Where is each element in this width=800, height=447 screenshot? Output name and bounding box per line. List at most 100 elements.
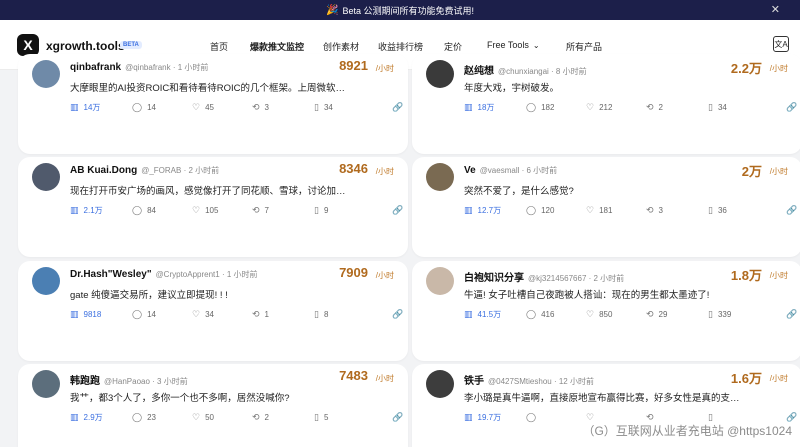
display-name: qinbafrank bbox=[70, 62, 122, 73]
post-card[interactable]: Dr.Hash"Wesley" @CryptoApprent1 · 1 小时前 79… bbox=[18, 261, 408, 361]
retweets-stat[interactable]: ⟲ 1 bbox=[252, 309, 269, 320]
username[interactable]: 赵纯想 @chunxiangai · 8 小时前 bbox=[464, 62, 587, 77]
likes-stat[interactable]: ♡ 212 bbox=[586, 102, 612, 113]
hourly-count: 1.8万 bbox=[730, 268, 762, 283]
post-card[interactable]: 白袍知识分享 @kj3214567667 · 2 小时前 1.8万/小时 牛逼! 女子… bbox=[412, 261, 800, 361]
post-text[interactable]: 李小璐是真牛逼啊，直接原地宣布赢得比赛，好多女性是真的支持李小... bbox=[464, 390, 744, 404]
link-button[interactable]: 🔗 bbox=[786, 309, 800, 320]
bookmarks-stat[interactable]: ▯ 339 bbox=[708, 309, 731, 320]
username[interactable]: qinbafrank @qinbafrank · 1 小时前 bbox=[70, 62, 208, 73]
avatar[interactable] bbox=[426, 267, 454, 295]
link-icon: 🔗 bbox=[786, 102, 798, 112]
bookmarks-stat[interactable]: ▯ 34 bbox=[708, 102, 727, 113]
bookmarks-stat[interactable]: ▯ 8 bbox=[314, 309, 328, 320]
bookmarks-stat[interactable]: ▯ 5 bbox=[314, 412, 328, 423]
post-card[interactable]: 韩跑跑 @HanPaoao · 3 小时前 7483/小时 我艹，都3个人了，多你一个… bbox=[18, 364, 408, 447]
nav-viral-monitor[interactable]: 爆款推文监控 bbox=[250, 40, 305, 59]
link-button[interactable]: 🔗 bbox=[786, 102, 800, 113]
views-stat[interactable]: ▥ 12.7万 bbox=[464, 205, 501, 216]
bookmark-icon: ▯ bbox=[314, 205, 319, 215]
views-stat[interactable]: ▥ 19.7万 bbox=[464, 412, 501, 423]
avatar[interactable] bbox=[32, 60, 60, 88]
views-stat[interactable]: ▥ 18万 bbox=[464, 102, 494, 113]
views-stat[interactable]: ▥ 2.1万 bbox=[70, 205, 103, 216]
username[interactable]: 铁手 @0427SMtieshou · 12 小时前 bbox=[464, 372, 594, 387]
link-button[interactable]: 🔗 bbox=[392, 309, 408, 320]
username[interactable]: Ve @vaesmall · 6 小时前 bbox=[464, 165, 557, 176]
avatar[interactable] bbox=[32, 163, 60, 191]
likes-count: 850 bbox=[599, 310, 613, 319]
post-card[interactable]: AB Kuai.Dong @_FORAB · 2 小时前 8346/小时 现在打开币安… bbox=[18, 157, 408, 257]
retweets-stat[interactable]: ⟲ 2 bbox=[646, 102, 663, 113]
retweets-stat[interactable]: ⟲ 29 bbox=[646, 309, 667, 320]
display-name: 韩跑跑 bbox=[70, 376, 100, 387]
username[interactable]: Dr.Hash"Wesley" @CryptoApprent1 · 1 小时前 bbox=[70, 269, 258, 280]
post-text[interactable]: 突然不爱了，是什么感觉? bbox=[464, 183, 744, 197]
post-stats: ▥ 18万 ◯ 182 ♡ 212 ⟲ 2 ▯ 34 🔗 bbox=[464, 102, 797, 116]
replies-stat[interactable]: ◯ 120 bbox=[526, 205, 554, 216]
avatar[interactable] bbox=[426, 60, 454, 88]
post-card[interactable]: qinbafrank @qinbafrank · 1 小时前 8921/小时 大摩眼里… bbox=[18, 54, 408, 154]
post-card[interactable]: Ve @vaesmall · 6 小时前 2万/小时 突然不爱了，是什么感觉? ▥ 12.… bbox=[412, 157, 800, 257]
avatar[interactable] bbox=[32, 370, 60, 398]
replies-stat[interactable]: ◯ 14 bbox=[132, 309, 156, 320]
post-text[interactable]: 我艹，都3个人了，多你一个也不多啊，居然没喊你? bbox=[70, 390, 350, 404]
username[interactable]: 白袍知识分享 @kj3214567667 · 2 小时前 bbox=[464, 269, 624, 284]
nav-pricing[interactable]: 定价 bbox=[444, 40, 462, 53]
nav-free-tools[interactable]: Free Tools ⌄ bbox=[487, 40, 540, 50]
link-button[interactable]: 🔗 bbox=[786, 205, 800, 216]
bookmarks-stat[interactable]: ▯ 36 bbox=[708, 205, 727, 216]
avatar[interactable] bbox=[426, 163, 454, 191]
post-text[interactable]: 牛逼! 女子吐槽自己夜跑被人搭讪：现在的男生都太墨迹了! bbox=[464, 287, 744, 301]
replies-stat[interactable]: ◯ 182 bbox=[526, 102, 554, 113]
username[interactable]: 韩跑跑 @HanPaoao · 3 小时前 bbox=[70, 372, 188, 387]
hourly-count: 1.6万 bbox=[730, 371, 762, 386]
retweets-stat[interactable]: ⟲ 3 bbox=[646, 205, 663, 216]
nav-home[interactable]: 首页 bbox=[210, 40, 228, 53]
views-stat[interactable]: ▥ 41.5万 bbox=[464, 309, 501, 320]
replies-stat[interactable]: ◯ 23 bbox=[132, 412, 156, 423]
views-stat[interactable]: ▥ 2.9万 bbox=[70, 412, 103, 423]
brand-name[interactable]: xgrowth.tools bbox=[46, 39, 125, 53]
link-button[interactable]: 🔗 bbox=[392, 102, 408, 113]
post-text[interactable]: gate 纯傻逼交易所，建议立即提现! ! ! bbox=[70, 287, 350, 301]
post-stats: ▥ 41.5万 ◯ 416 ♡ 850 ⟲ 29 ▯ 339 🔗 bbox=[464, 309, 797, 323]
bookmarks-stat[interactable]: ▯ 34 bbox=[314, 102, 333, 113]
replies-stat[interactable]: ◯ 416 bbox=[526, 309, 554, 320]
x-logo[interactable]: X bbox=[17, 34, 39, 56]
avatar[interactable] bbox=[32, 267, 60, 295]
retweets-count: 2 bbox=[264, 413, 269, 422]
post-card[interactable]: 赵纯想 @chunxiangai · 8 小时前 2.2万/小时 年度大戏，宇树破发。… bbox=[412, 54, 800, 154]
replies-stat[interactable]: ◯ bbox=[526, 412, 541, 423]
retweet-icon: ⟲ bbox=[646, 102, 654, 112]
link-button[interactable]: 🔗 bbox=[392, 412, 408, 423]
retweets-stat[interactable]: ⟲ 2 bbox=[252, 412, 269, 423]
likes-count: 34 bbox=[205, 310, 214, 319]
likes-stat[interactable]: ♡ 105 bbox=[192, 205, 218, 216]
views-stat[interactable]: ▥ 9818 bbox=[70, 309, 101, 320]
link-button[interactable]: 🔗 bbox=[392, 205, 408, 216]
nav-materials[interactable]: 创作素材 bbox=[323, 40, 359, 53]
replies-stat[interactable]: ◯ 84 bbox=[132, 205, 156, 216]
nav-all-products[interactable]: 所有产品 bbox=[566, 40, 602, 53]
retweets-stat[interactable]: ⟲ 7 bbox=[252, 205, 269, 216]
likes-stat[interactable]: ♡ 181 bbox=[586, 205, 612, 216]
likes-stat[interactable]: ♡ 34 bbox=[192, 309, 214, 320]
close-icon[interactable]: ✕ bbox=[771, 3, 780, 16]
replies-stat[interactable]: ◯ 14 bbox=[132, 102, 156, 113]
username[interactable]: AB Kuai.Dong @_FORAB · 2 小时前 bbox=[70, 165, 219, 176]
nav-earnings-ranking[interactable]: 收益排行榜 bbox=[378, 40, 423, 53]
post-stats: ▥ 2.1万 ◯ 84 ♡ 105 ⟲ 7 ▯ 9 🔗 bbox=[70, 205, 403, 219]
likes-stat[interactable]: ♡ 50 bbox=[192, 412, 214, 423]
retweets-stat[interactable]: ⟲ 3 bbox=[252, 102, 269, 113]
post-text[interactable]: 现在打开币安广场的画风，感觉像打开了同花顺、雪球，讨论加密货币... bbox=[70, 183, 350, 197]
post-text[interactable]: 大摩眼里的AI投资ROIC和看待看待ROIC的几个框架。上周微软和亚马逊... bbox=[70, 80, 350, 94]
post-stats: ▥ 9818 ◯ 14 ♡ 34 ⟲ 1 ▯ 8 🔗 bbox=[70, 309, 403, 323]
avatar[interactable] bbox=[426, 370, 454, 398]
likes-stat[interactable]: ♡ 45 bbox=[192, 102, 214, 113]
views-stat[interactable]: ▥ 14万 bbox=[70, 102, 100, 113]
post-text[interactable]: 年度大戏，宇树破发。 bbox=[464, 80, 744, 94]
likes-stat[interactable]: ♡ 850 bbox=[586, 309, 612, 320]
bookmarks-stat[interactable]: ▯ 9 bbox=[314, 205, 328, 216]
translate-icon[interactable]: 文A bbox=[773, 36, 789, 52]
